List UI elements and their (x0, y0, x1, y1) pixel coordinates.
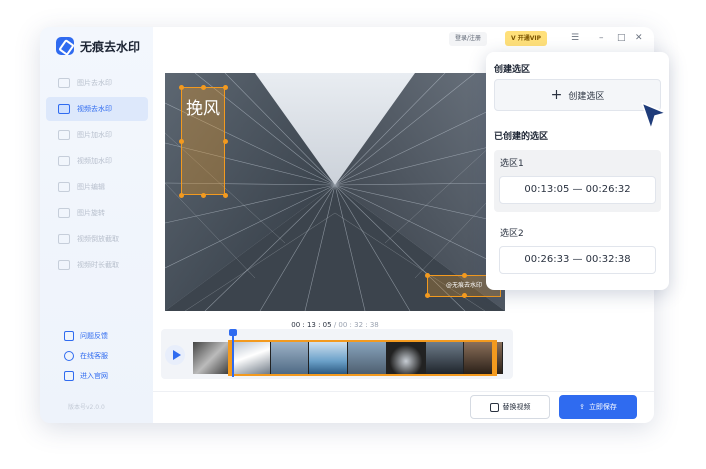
save-label: 立即保存 (588, 403, 617, 411)
sidebar-item-label: 视频倒放截取 (77, 235, 119, 243)
thumbnail (193, 342, 232, 374)
sidebar-item-video-remove-watermark[interactable]: 视频去水印 (46, 97, 148, 121)
rotate-icon (58, 208, 70, 218)
sidebar-item-label: 图片旋转 (77, 209, 105, 217)
support-icon (64, 350, 74, 361)
plus-icon: + (550, 87, 563, 103)
brand: 无痕去水印 (56, 37, 140, 55)
sidebar: 无痕去水印 图片去水印 视频去水印 图片加水印 视频加水印 图片编辑 图片旋转 … (40, 27, 153, 423)
watermark-text: 挽风 (186, 99, 220, 119)
sidebar-links: 问题反馈 在线客服 进入官网 (64, 327, 108, 387)
created-regions-heading: 已创建的选区 (494, 132, 549, 142)
region-item[interactable]: 选区2 00:26:33 — 00:32:38 (494, 220, 661, 282)
stage: 无痕去水印 图片去水印 视频去水印 图片加水印 视频加水印 图片编辑 图片旋转 … (0, 0, 706, 469)
resize-handle[interactable] (223, 85, 228, 90)
timecode: 00 : 13 : 05 / 00 : 32 : 38 (153, 321, 517, 329)
minimize-icon[interactable]: – (599, 31, 604, 45)
replace-video-label: 替换视频 (502, 403, 531, 411)
create-region-label: 创建选区 (568, 91, 605, 102)
trim-icon (58, 260, 70, 270)
region-name: 选区2 (500, 229, 524, 239)
watermark-selection-vertical[interactable]: 挽风 (179, 85, 228, 198)
menu-icon[interactable]: ☰ (571, 31, 579, 45)
trim-range[interactable] (228, 340, 497, 376)
duration: 00 : 32 : 38 (338, 321, 379, 329)
feedback-label: 问题反馈 (80, 331, 108, 340)
replace-video-button[interactable]: 替换视频 (470, 395, 550, 419)
app-logo-icon (56, 37, 74, 55)
image-add-icon (58, 130, 70, 140)
resize-handle[interactable] (425, 273, 430, 278)
video-add-icon (58, 156, 70, 166)
region-time-range[interactable]: 00:13:05 — 00:26:32 (499, 176, 656, 204)
sidebar-item-label: 图片去水印 (77, 79, 112, 87)
feedback-link[interactable]: 问题反馈 (64, 327, 108, 344)
maximize-icon[interactable]: □ (617, 31, 626, 45)
feedback-icon (64, 330, 74, 341)
create-region-heading: 创建选区 (494, 65, 531, 75)
resize-handle[interactable] (201, 85, 206, 90)
sidebar-item-image-edit[interactable]: 图片编辑 (46, 175, 148, 199)
support-link[interactable]: 在线客服 (64, 347, 108, 364)
website-icon (64, 370, 74, 381)
resize-handle[interactable] (223, 193, 228, 198)
mouse-pointer-icon (641, 102, 667, 130)
sidebar-item-video-trim[interactable]: 视频时长截取 (46, 253, 148, 277)
website-label: 进入官网 (80, 371, 108, 380)
video-icon (58, 104, 70, 114)
region-name: 选区1 (500, 159, 524, 169)
support-label: 在线客服 (80, 351, 108, 360)
region-panel: 创建选区 + 创建选区 已创建的选区 选区1 00:13:05 — 00:26:3… (486, 52, 669, 290)
sidebar-nav: 图片去水印 视频去水印 图片加水印 视频加水印 图片编辑 图片旋转 视频倒放截取… (46, 71, 148, 279)
timeline (161, 329, 513, 379)
sidebar-item-image-remove-watermark[interactable]: 图片去水印 (46, 71, 148, 95)
resize-handle[interactable] (179, 193, 184, 198)
image-icon (58, 78, 70, 88)
current-time: 00 : 13 : 05 (291, 321, 332, 329)
version-text: 版本号v2.0.0 (68, 404, 105, 411)
sidebar-item-video-reverse[interactable]: 视频倒放截取 (46, 227, 148, 251)
sidebar-item-image-rotate[interactable]: 图片旋转 (46, 201, 148, 225)
website-link[interactable]: 进入官网 (64, 367, 108, 384)
login-button[interactable]: 登录/注册 (449, 32, 488, 46)
vip-button[interactable]: V 开通VIP (505, 31, 548, 46)
resize-handle[interactable] (201, 193, 206, 198)
sidebar-item-label: 图片加水印 (77, 131, 112, 139)
playhead[interactable] (229, 329, 237, 377)
region-item[interactable]: 选区1 00:13:05 — 00:26:32 (494, 150, 661, 212)
sidebar-item-label: 视频去水印 (77, 105, 112, 113)
resize-handle[interactable] (462, 293, 467, 298)
resize-handle[interactable] (179, 139, 184, 144)
resize-handle[interactable] (179, 85, 184, 90)
region-time-range[interactable]: 00:26:33 — 00:32:38 (499, 246, 656, 274)
sidebar-item-label: 图片编辑 (77, 183, 105, 191)
resize-handle[interactable] (223, 139, 228, 144)
bottom-bar: 替换视频 ⇪ 立即保存 (153, 391, 654, 423)
upload-icon: ⇪ (579, 403, 585, 411)
play-button[interactable] (165, 345, 185, 365)
save-button[interactable]: ⇪ 立即保存 (559, 395, 637, 419)
resize-handle[interactable] (462, 273, 467, 278)
app-name: 无痕去水印 (80, 39, 141, 54)
replace-icon (489, 402, 499, 412)
reverse-icon (58, 234, 70, 244)
close-icon[interactable]: ✕ (635, 31, 643, 45)
create-region-button[interactable]: + 创建选区 (494, 79, 661, 111)
video-preview[interactable]: 挽风 @无痕去水印 (165, 73, 505, 311)
resize-handle[interactable] (425, 293, 430, 298)
sidebar-item-video-add-watermark[interactable]: 视频加水印 (46, 149, 148, 173)
edit-icon (58, 182, 70, 192)
sidebar-item-image-add-watermark[interactable]: 图片加水印 (46, 123, 148, 147)
top-bar: 登录/注册 V 开通VIP ☰ – □ ✕ (153, 27, 654, 51)
sidebar-item-label: 视频加水印 (77, 157, 112, 165)
sidebar-item-label: 视频时长截取 (77, 261, 119, 269)
